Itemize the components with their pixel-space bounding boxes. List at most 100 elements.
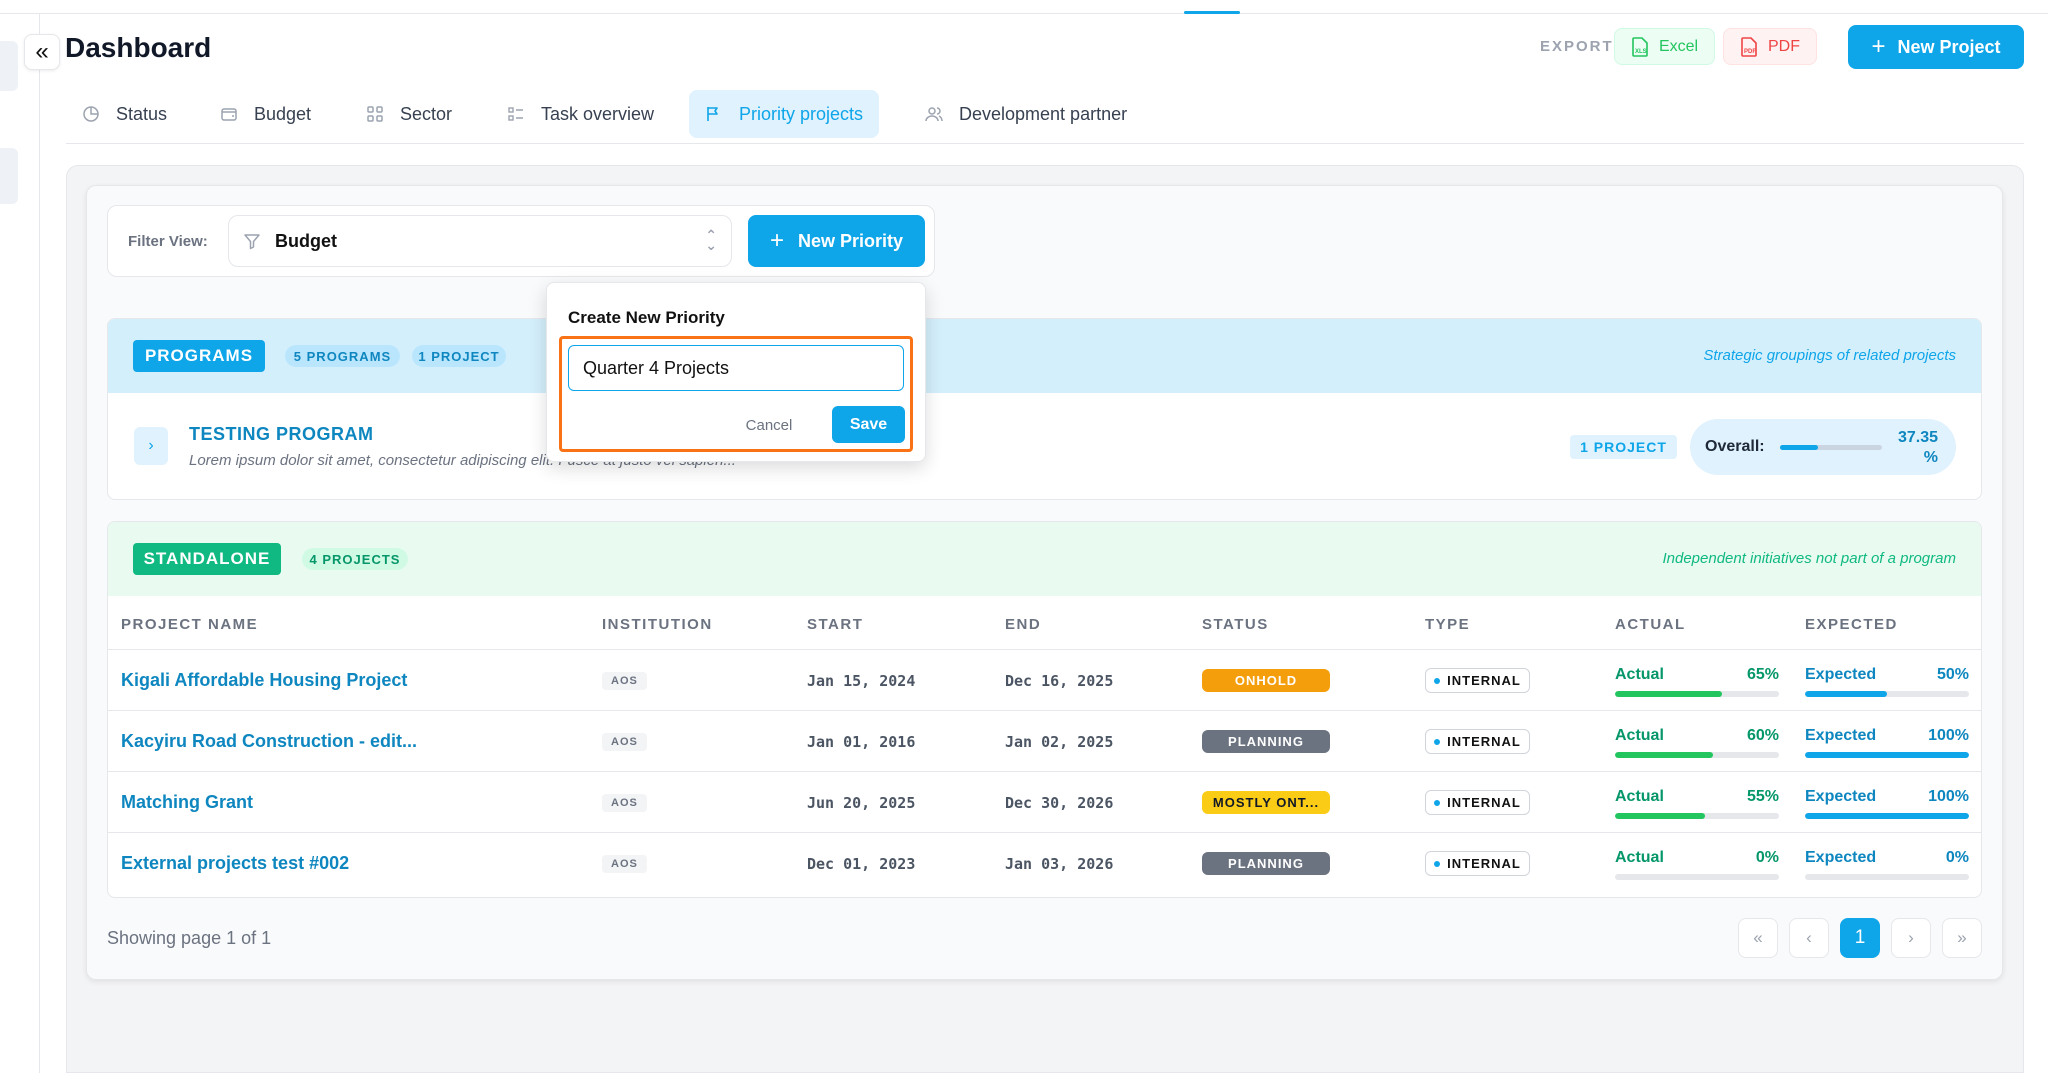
column-header[interactable]: END [1005, 616, 1041, 633]
type-badge: INTERNAL [1425, 668, 1530, 693]
column-header[interactable]: INSTITUTION [602, 616, 713, 633]
standalone-description: Independent initiatives not part of a pr… [1662, 550, 1956, 567]
project-name-link[interactable]: Kacyiru Road Construction - edit... [121, 731, 417, 752]
project-name-link[interactable]: External projects test #002 [121, 853, 349, 874]
project-name-link[interactable]: Kigali Affordable Housing Project [121, 670, 407, 691]
dot-icon [1434, 738, 1441, 745]
actual-label: Actual [1615, 849, 1664, 866]
svg-text:XLS: XLS [1635, 49, 1647, 55]
tab-development-partner[interactable]: Development partner [909, 90, 1143, 138]
new-project-button[interactable]: + New Project [1848, 25, 2024, 69]
actual-progress-bar [1615, 752, 1779, 758]
overall-progress-bar [1780, 445, 1882, 450]
tab-status[interactable]: Status [66, 90, 183, 138]
expected-progress-bar [1805, 813, 1969, 819]
tab-task-overview[interactable]: Task overview [491, 90, 670, 138]
pagination-summary: Showing page 1 of 1 [107, 928, 272, 948]
previous-page-button[interactable]: ‹ [1789, 918, 1829, 958]
collapse-sidebar-button[interactable]: « [24, 34, 60, 70]
tab-label: Sector [400, 103, 453, 124]
table-row[interactable]: Kacyiru Road Construction - edit... AOS Ja… [108, 710, 1981, 771]
type-badge: INTERNAL [1425, 729, 1530, 754]
actual-percent: 60% [1746, 727, 1779, 744]
excel-file-icon: XLS [1632, 36, 1648, 57]
standalone-badge: STANDALONE [133, 543, 281, 575]
standalone-header: STANDALONE 4 PROJECTS Independent initia… [108, 522, 1981, 596]
grid-icon [366, 105, 384, 123]
column-header[interactable]: PROJECT NAME [121, 616, 258, 633]
expected-label: Expected [1805, 666, 1877, 683]
status-badge: MOSTLY ONT... [1202, 791, 1330, 814]
table-row[interactable]: Kigali Affordable Housing Project AOS Jan … [108, 649, 1981, 710]
dot-icon [1434, 677, 1441, 684]
end-date: Dec 30, 2026 [1005, 793, 1114, 812]
program-project-count: 1 PROJECT [1570, 435, 1677, 459]
table-row[interactable]: External projects test #002 AOS Dec 01, 20… [108, 832, 1981, 893]
tab-budget[interactable]: Budget [204, 90, 327, 138]
actual-progress-bar [1615, 813, 1779, 819]
new-priority-button[interactable]: + New Priority [748, 215, 925, 267]
first-page-button[interactable]: « [1738, 918, 1778, 958]
export-label: EXPORT [1540, 38, 1614, 55]
end-date: Dec 16, 2025 [1005, 671, 1114, 690]
export-excel-button[interactable]: XLS Excel [1614, 28, 1715, 65]
wallet-icon [220, 105, 238, 123]
column-header[interactable]: ACTUAL [1615, 616, 1686, 633]
programs-section: PROGRAMS 5 PROGRAMS 1 PROJECT Strategic … [107, 318, 1982, 500]
double-chevron-left-icon: « [1753, 928, 1763, 947]
page-number-button[interactable]: 1 [1840, 918, 1880, 958]
expected-progress-bar [1805, 752, 1969, 758]
expected-progress-fill [1805, 813, 1969, 819]
excel-label: Excel [1658, 37, 1699, 55]
overall-progress-fill [1780, 445, 1819, 450]
column-header[interactable]: STATUS [1202, 616, 1269, 633]
priority-name-input[interactable]: Quarter 4 Projects [568, 345, 904, 391]
actual-progress-fill [1615, 752, 1714, 758]
filter-view-label: Filter View: [128, 233, 208, 250]
tab-sector[interactable]: Sector [350, 90, 468, 138]
save-button[interactable]: Save [832, 406, 905, 443]
filter-selected-value: Budget [275, 230, 337, 251]
type-label: INTERNAL [1447, 734, 1521, 749]
project-name-link[interactable]: Matching Grant [121, 792, 253, 813]
export-pdf-button[interactable]: PDF PDF [1723, 28, 1817, 65]
programs-count-badge: 5 PROGRAMS [285, 345, 400, 367]
users-icon [925, 105, 943, 123]
table-row[interactable]: Matching Grant AOS Jun 20, 2025 Dec 30, 202… [108, 771, 1981, 832]
left-sidebar-rail [0, 14, 40, 1073]
filter-view-select[interactable]: Budget ⌃ ⌄ [228, 215, 732, 267]
column-header[interactable]: START [807, 616, 863, 633]
institution-badge: AOS [602, 793, 647, 812]
expected-label: Expected [1805, 727, 1877, 744]
institution-badge: AOS [602, 854, 647, 873]
projects-count-badge: 1 PROJECT [412, 345, 506, 367]
programs-header: PROGRAMS 5 PROGRAMS 1 PROJECT Strategic … [108, 319, 1981, 393]
double-chevron-left-icon: « [35, 38, 49, 65]
type-label: INTERNAL [1447, 795, 1521, 810]
last-page-button[interactable]: » [1942, 918, 1982, 958]
actual-label: Actual [1615, 788, 1664, 805]
column-header[interactable]: EXPECTED [1805, 616, 1898, 633]
tab-priority-projects[interactable]: Priority projects [689, 90, 880, 138]
pdf-file-icon: PDF [1741, 36, 1757, 57]
popover-title: Create New Priority [568, 308, 725, 327]
cancel-button[interactable]: Cancel [729, 407, 809, 443]
standalone-count-badge: 4 PROJECTS [302, 548, 408, 570]
overall-label: Overall: [1705, 438, 1765, 455]
actual-percent: 55% [1746, 788, 1779, 805]
expand-program-button[interactable]: › [134, 427, 168, 465]
institution-badge: AOS [602, 671, 647, 690]
end-date: Jan 03, 2026 [1005, 854, 1114, 873]
expected-progress-fill [1805, 752, 1969, 758]
plus-icon: + [1871, 33, 1886, 60]
overall-value: 37.35 % [1897, 429, 1938, 466]
programs-description: Strategic groupings of related projects [1703, 347, 1956, 364]
standalone-section: STANDALONE 4 PROJECTS Independent initia… [107, 521, 1982, 898]
programs-badge: PROGRAMS [133, 340, 265, 372]
program-name[interactable]: TESTING PROGRAM [189, 424, 374, 445]
column-header[interactable]: TYPE [1425, 616, 1470, 633]
next-page-button[interactable]: › [1891, 918, 1931, 958]
expected-percent: 100% [1928, 788, 1969, 805]
chevron-right-icon: › [148, 437, 154, 454]
status-badge: ONHOLD [1202, 669, 1330, 692]
